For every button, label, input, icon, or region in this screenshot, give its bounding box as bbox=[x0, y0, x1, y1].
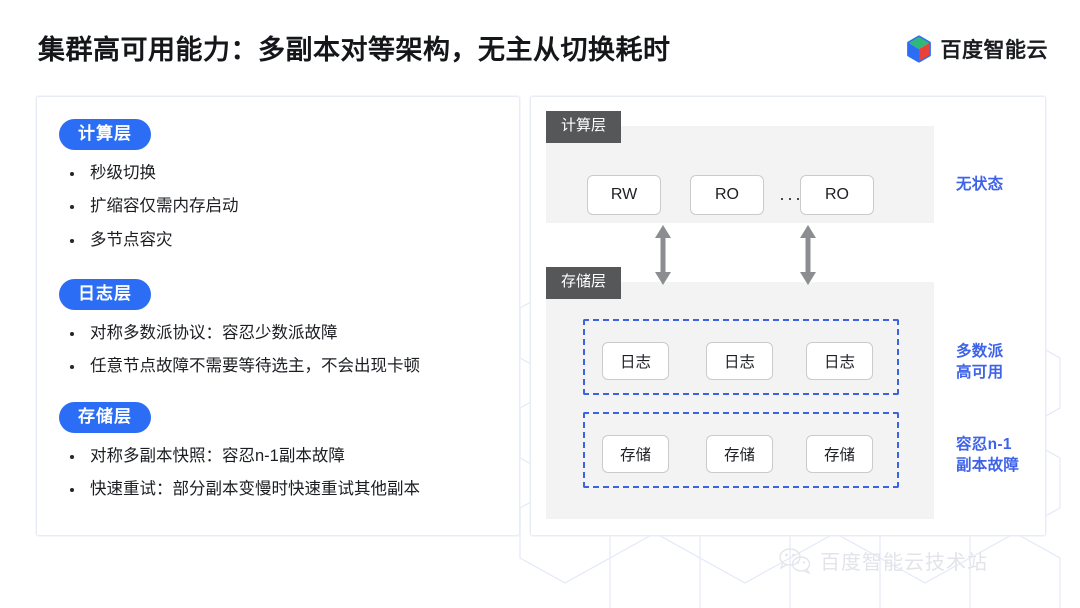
side-label-line2: 高可用 bbox=[956, 364, 1003, 381]
page-title: 集群高可用能力：多副本对等架构，无主从切换耗时 bbox=[38, 28, 671, 67]
side-label-line2: 副本故障 bbox=[956, 457, 1019, 474]
node-rw[interactable]: RW bbox=[587, 175, 661, 215]
section-compute: 计算层 秒级切换 扩缩容仅需内存启动 多节点容灾 bbox=[59, 119, 239, 263]
storage-layer-tag: 存储层 bbox=[546, 267, 621, 299]
side-label-tolerate-failure: 容忍n-1 副本故障 bbox=[956, 435, 1019, 477]
section-storage: 存储层 对称多副本快照：容忍n-1副本故障 快速重试：部分副本变慢时快速重试其他… bbox=[59, 402, 420, 512]
side-label-stateless: 无状态 bbox=[956, 175, 1003, 196]
baidu-cloud-cube-icon bbox=[906, 35, 932, 63]
list-item: 秒级切换 bbox=[59, 162, 239, 186]
bullet-list-storage: 对称多副本快照：容忍n-1副本故障 快速重试：部分副本变慢时快速重试其他副本 bbox=[59, 445, 420, 503]
node-storage-2[interactable]: 存储 bbox=[706, 435, 773, 473]
slide-root: 集群高可用能力：多副本对等架构，无主从切换耗时 百度智能云 计算层 秒级切换 扩… bbox=[0, 0, 1080, 608]
node-storage-1[interactable]: 存储 bbox=[602, 435, 669, 473]
wechat-icon bbox=[778, 547, 812, 575]
section-pill-log: 日志层 bbox=[59, 279, 151, 310]
watermark: 百度智能云技术站 bbox=[778, 546, 988, 575]
section-pill-storage: 存储层 bbox=[59, 402, 151, 433]
list-item: 对称多数派协议：容忍少数派故障 bbox=[59, 322, 420, 346]
list-item: 对称多副本快照：容忍n-1副本故障 bbox=[59, 445, 420, 469]
brand-logo: 百度智能云 bbox=[906, 34, 1049, 64]
compute-layer-tag: 计算层 bbox=[546, 111, 621, 143]
side-label-line1: 多数派 bbox=[956, 343, 1003, 360]
node-log-1[interactable]: 日志 bbox=[602, 342, 669, 380]
list-item: 任意节点故障不需要等待选主，不会出现卡顿 bbox=[59, 355, 420, 379]
section-pill-compute: 计算层 bbox=[59, 119, 151, 150]
node-ro-2[interactable]: RO bbox=[800, 175, 874, 215]
watermark-text: 百度智能云技术站 bbox=[820, 546, 988, 575]
left-info-panel: 计算层 秒级切换 扩缩容仅需内存启动 多节点容灾 日志层 对称多数派协议：容忍少… bbox=[36, 96, 520, 536]
section-log: 日志层 对称多数派协议：容忍少数派故障 任意节点故障不需要等待选主，不会出现卡顿 bbox=[59, 279, 420, 389]
right-architecture-diagram: 计算层 RW RO ··· RO 无状态 存储层 日志 日志 日志 多数派 高可… bbox=[530, 96, 1046, 536]
brand-name: 百度智能云 bbox=[941, 34, 1049, 64]
double-arrow-connector-right bbox=[796, 225, 820, 285]
list-item: 快速重试：部分副本变慢时快速重试其他副本 bbox=[59, 478, 420, 502]
bullet-list-compute: 秒级切换 扩缩容仅需内存启动 多节点容灾 bbox=[59, 162, 239, 254]
double-arrow-connector-left bbox=[651, 225, 675, 285]
list-item: 多节点容灾 bbox=[59, 229, 239, 253]
side-label-majority-ha: 多数派 高可用 bbox=[956, 342, 1003, 384]
node-log-3[interactable]: 日志 bbox=[806, 342, 873, 380]
list-item: 扩缩容仅需内存启动 bbox=[59, 195, 239, 219]
side-label-line1: 容忍n-1 bbox=[956, 436, 1012, 453]
bullet-list-log: 对称多数派协议：容忍少数派故障 任意节点故障不需要等待选主，不会出现卡顿 bbox=[59, 322, 420, 380]
node-ro-1[interactable]: RO bbox=[690, 175, 764, 215]
node-log-2[interactable]: 日志 bbox=[706, 342, 773, 380]
node-storage-3[interactable]: 存储 bbox=[806, 435, 873, 473]
slide-header: 集群高可用能力：多副本对等架构，无主从切换耗时 百度智能云 bbox=[0, 0, 1080, 92]
